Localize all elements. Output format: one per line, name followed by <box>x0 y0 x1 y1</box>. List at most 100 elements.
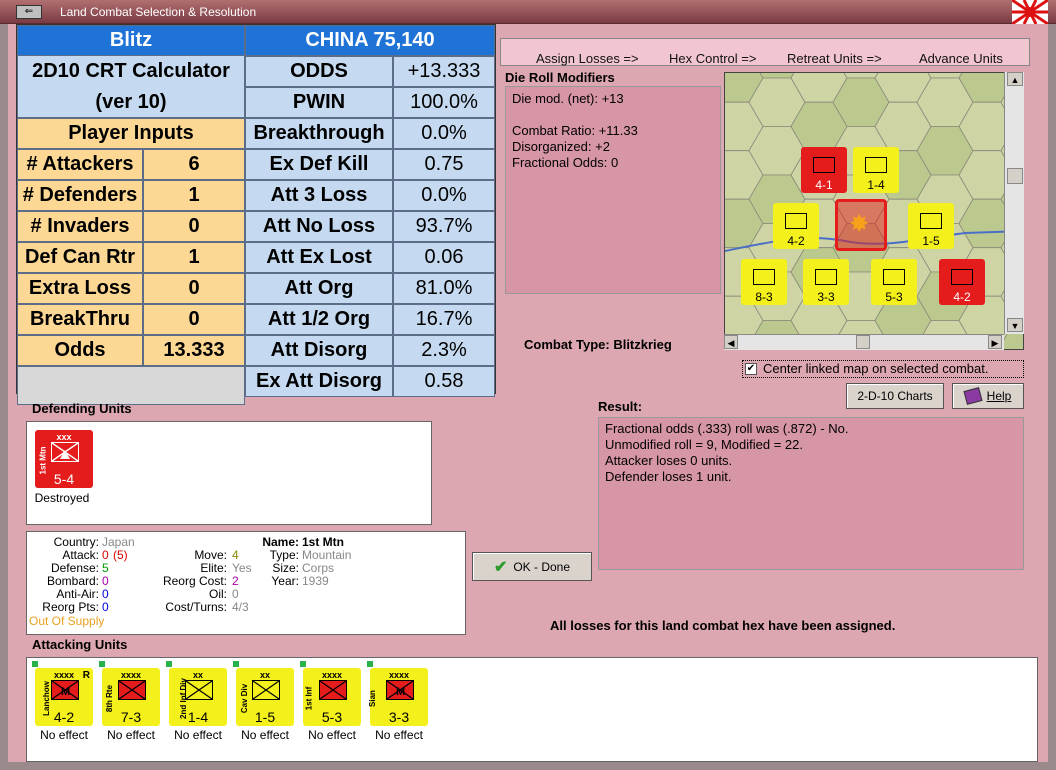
attacking-unit[interactable]: xxxx 8th Rte 7-3 <box>102 668 160 726</box>
crt-output-value: 0.0% <box>393 118 495 149</box>
result-line: Fractional odds (.333) roll was (.872) -… <box>605 421 849 436</box>
info-size: Corps <box>302 561 335 575</box>
mechanized-unit-icon: M <box>386 680 414 700</box>
step-hex-control[interactable]: Hex Control => <box>669 51 756 66</box>
losses-assigned-message: All losses for this land combat hex have… <box>550 618 896 633</box>
map-unit[interactable]: 1-5 <box>908 203 954 249</box>
unit-symbol-icon <box>753 269 775 285</box>
scroll-right-icon[interactable]: ▶ <box>988 335 1002 349</box>
result-line: Attacker loses 0 units. <box>605 453 733 468</box>
info-move: 4 <box>232 548 239 562</box>
map-vertical-scrollbar[interactable]: ▲ ▼ <box>1004 72 1024 334</box>
attacking-unit[interactable]: xx Cav Div 1-5 <box>236 668 294 726</box>
die-roll-line: Die mod. (net): +13 <box>512 91 624 106</box>
combat-explosion-icon: ✸ <box>850 211 869 236</box>
center-map-label: Center linked map on selected combat. <box>763 361 989 376</box>
mountain-unit-icon <box>51 442 79 462</box>
system-menu-icon[interactable]: ⇐ <box>16 5 42 19</box>
map-unit[interactable]: 4-2 <box>773 203 819 249</box>
charts-button-label: 2-D-10 Charts <box>857 389 933 403</box>
map-horizontal-scrollbar[interactable]: ◀ ▶ <box>724 334 1004 350</box>
title-bar[interactable]: ⇐ Land Combat Selection & Resolution <box>0 0 1056 26</box>
attacking-unit[interactable]: xxxx M Sian 3-3 <box>368 668 428 726</box>
attacking-unit[interactable]: xxxx 1st Inf 5-3 <box>303 668 361 726</box>
scroll-down-icon[interactable]: ▼ <box>1007 318 1023 332</box>
scroll-left-icon[interactable]: ◀ <box>724 335 738 349</box>
info-cost: 4/3 <box>232 600 249 614</box>
attacking-unit-status: No effect <box>40 728 88 742</box>
unit-strength: 5-3 <box>321 709 343 725</box>
info-country: Japan <box>102 535 135 549</box>
help-book-icon <box>963 387 983 405</box>
crt-title-right: CHINA 75,140 <box>245 25 495 56</box>
infantry-unit-icon <box>118 680 146 700</box>
combat-steps-bar: Assign Losses => Hex Control => Retreat … <box>500 38 1030 66</box>
unit-size: xx <box>192 670 203 680</box>
crt-output-label: PWIN <box>245 87 393 118</box>
help-button[interactable]: Help <box>952 383 1024 409</box>
attacking-unit-status: No effect <box>375 728 423 742</box>
crt-output-label: Att 3 Loss <box>245 180 393 211</box>
map-unit[interactable]: 5-3 <box>871 259 917 305</box>
scroll-thumb[interactable] <box>1007 168 1023 184</box>
unit-strength: 1-5 <box>254 709 276 725</box>
defending-unit-1st-mtn[interactable]: xxx 1st Mtn 5-4 <box>35 430 93 488</box>
info-label: Attack: <box>62 548 99 562</box>
attacking-unit[interactable]: xx 2nd Inf Div 1-4 <box>169 668 227 726</box>
attacking-unit[interactable]: xxxx R M Lanchow 4-2 <box>35 668 93 726</box>
crt-input-label: Def Can Rtr <box>17 242 143 273</box>
info-label: Elite: <box>200 561 227 575</box>
info-label: Name: <box>262 535 299 549</box>
info-label: Year: <box>271 574 299 588</box>
crt-output-label: Ex Att Disorg <box>245 366 393 397</box>
crt-input-value: 0 <box>143 273 245 304</box>
crt-output-value: 81.0% <box>393 273 495 304</box>
step-retreat-units[interactable]: Retreat Units => <box>787 51 882 66</box>
crt-input-value: 0 <box>143 211 245 242</box>
unit-symbol-icon <box>920 213 942 229</box>
map-unit-strength: 4-2 <box>787 234 805 248</box>
checkbox-check-icon[interactable]: ✔ <box>745 363 757 375</box>
unit-symbol-icon <box>813 157 835 173</box>
charts-button[interactable]: 2-D-10 Charts <box>846 383 944 409</box>
combat-type-label: Combat Type: Blitzkrieg <box>524 337 672 352</box>
supply-marker-icon <box>32 661 38 667</box>
info-label: Country: <box>53 535 99 549</box>
attacking-unit-status: No effect <box>174 728 222 742</box>
crt-output-label: Ex Def Kill <box>245 149 393 180</box>
supply-marker-icon <box>367 661 373 667</box>
unit-name: 1st Inf <box>304 686 314 711</box>
map-unit[interactable]: 4-1 <box>801 147 847 193</box>
crt-input-value: 0 <box>143 304 245 335</box>
unit-name: 8th Rte <box>105 684 115 713</box>
info-label: Bombard: <box>46 574 99 588</box>
map-unit[interactable]: 3-3 <box>803 259 849 305</box>
step-assign-losses[interactable]: Assign Losses => <box>536 51 639 66</box>
map-unit[interactable]: 1-4 <box>853 147 899 193</box>
crt-input-label: Odds <box>17 335 143 366</box>
unit-strength: 5-4 <box>53 471 75 487</box>
infantry-unit-icon <box>319 680 347 700</box>
center-map-checkbox[interactable]: ✔ Center linked map on selected combat. <box>742 360 1024 378</box>
rising-sun-flag-icon <box>1011 0 1049 26</box>
step-advance-units[interactable]: Advance Units <box>919 51 1003 66</box>
infantry-unit-icon <box>185 680 213 700</box>
scroll-up-icon[interactable]: ▲ <box>1007 72 1023 86</box>
infantry-unit-icon <box>252 680 280 700</box>
crt-input-value: 6 <box>143 149 245 180</box>
linked-map[interactable]: 4-1 1-4 4-2 1-5 8-3 3-3 5-3 4-2 ✸ <box>724 72 1024 350</box>
unit-symbol-icon <box>815 269 837 285</box>
scroll-thumb[interactable] <box>856 335 870 349</box>
map-unit-strength: 8-3 <box>755 290 773 304</box>
unit-size: xxxx <box>388 670 410 680</box>
ok-done-button[interactable]: ✔ OK - Done <box>472 552 592 581</box>
die-roll-line <box>512 107 714 123</box>
help-button-label: Help <box>986 389 1012 403</box>
crt-output-value: 0.58 <box>393 366 495 397</box>
svg-text:M: M <box>396 686 405 698</box>
attacking-unit-status: No effect <box>107 728 155 742</box>
info-label: Anti-Air: <box>56 587 99 601</box>
info-attack: 0 <box>102 548 109 562</box>
map-unit[interactable]: 8-3 <box>741 259 787 305</box>
map-unit[interactable]: 4-2 <box>939 259 985 305</box>
